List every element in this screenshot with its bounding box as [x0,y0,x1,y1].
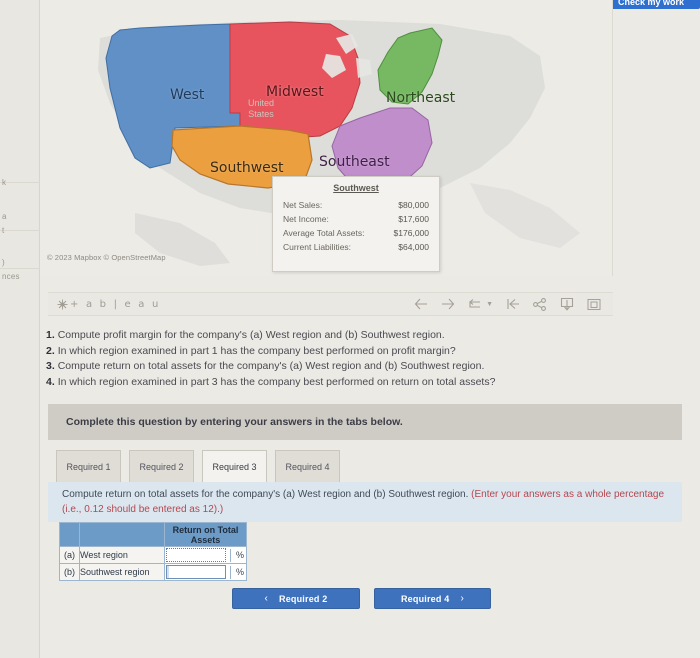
question-number: 3. [46,360,55,372]
map-label-northeast: Northeast [386,90,456,106]
requirement-prompt: Compute return on total assets for the c… [48,482,682,522]
revert-icon[interactable] [468,297,482,311]
question-item: 2. In which region examined in part 1 ha… [46,344,646,360]
share-icon[interactable] [533,297,547,311]
question-item: 1. Compute profit margin for the company… [46,328,646,344]
row-region-label: West region [79,546,165,564]
map-label-southwest: Southwest [210,160,284,176]
complete-question-text: Complete this question by entering your … [66,416,403,428]
forward-icon[interactable] [441,297,455,311]
tableau-sun-icon [57,299,68,309]
question-text: Compute profit margin for the company's … [57,329,445,341]
question-item: 3. Compute return on total assets for th… [46,359,646,375]
map-label-west: West [170,87,205,103]
prev-required-button[interactable]: ‹ Required 2 [232,588,360,609]
check-my-work-button[interactable]: Check my work [602,0,700,9]
tableau-map-viz[interactable]: United States West Midwest Northeast Sout… [40,0,613,276]
map-label-midwest: Midwest [266,84,324,100]
rail-fragment-2: t [2,226,5,235]
prompt-main-text: Compute return on total assets for the c… [62,489,472,500]
table-header-row: Return on Total Assets [59,522,247,547]
rail-fragment-0: k [2,178,7,187]
percent-unit: % [229,549,244,562]
answer-table: Return on Total Assets (a) West region %… [59,522,247,581]
tableau-tool-group: ▼ [414,297,613,311]
table-row: (b) Southwest region % [59,563,247,581]
tab-required-4[interactable]: Required 4 [275,450,340,482]
next-required-button[interactable]: Required 4 › [374,588,491,609]
row-marker: (a) [59,546,80,564]
row-region-label: Southwest region [79,563,165,581]
tooltip-value: $17,600 [398,214,429,224]
question-number: 1. [46,329,55,341]
tooltip-label: Average Total Assets: [283,228,365,238]
chevron-right-icon: › [460,593,465,604]
fullscreen-icon[interactable] [587,297,601,311]
chevron-down-icon[interactable]: ▼ [486,301,493,308]
screenshot-root: k a t ) nces Check my work United States… [0,0,700,658]
tableau-logo: + a b | e a u [57,299,161,310]
row-marker: (b) [59,563,80,581]
percent-unit: % [229,566,244,579]
rail-fragment-1: a [2,212,7,221]
chevron-left-icon: ‹ [264,593,268,604]
question-list: 1. Compute profit margin for the company… [46,328,646,390]
tooltip-value: $176,000 [393,228,429,238]
required-tabs: Required 1 Required 2 Required 3 Require… [48,440,682,482]
rail-fragment-3: ) [2,258,5,267]
basemap-watermark: United States [248,98,275,119]
row-value-cell[interactable]: % [164,546,247,564]
th-return-on-total-assets: Return on Total Assets [164,522,247,547]
tooltip-label: Current Liabilities: [283,242,352,252]
tooltip-row: Current Liabilities: $64,000 [283,240,429,254]
tooltip-row: Net Sales: $80,000 [283,198,429,212]
tab-required-2[interactable]: Required 2 [129,450,194,482]
th-region [79,522,165,547]
map-attribution: © 2023 Mapbox © OpenStreetMap [47,253,166,262]
answer-area: Return on Total Assets (a) West region %… [48,522,682,584]
left-sidebar-rail: k a t ) nces [0,0,40,658]
tooltip-label: Net Income: [283,214,329,224]
tableau-wordmark: + a b | e a u [70,298,161,310]
question-number: 4. [46,375,55,388]
tooltip-value: $80,000 [398,200,429,210]
question-item: 4. In which region examined in part 3 ha… [46,375,646,391]
question-number: 2. [46,344,55,357]
question-text: In which region examined in part 1 has t… [57,344,456,357]
tab-required-1[interactable]: Required 1 [56,450,121,482]
back-icon[interactable] [414,297,428,311]
tooltip-value: $64,000 [398,242,429,252]
tab-required-3[interactable]: Required 3 [202,450,267,482]
map-tooltip: Southwest Net Sales: $80,000 Net Income:… [272,176,440,272]
southwest-region-input[interactable] [166,565,226,579]
reset-icon[interactable] [506,297,520,311]
tooltip-row: Net Income: $17,600 [283,212,429,226]
question-text: Compute return on total assets for the c… [57,360,485,372]
tab-navigation: ‹ Required 2 Required 4 › [48,588,682,618]
prev-required-label: Required 2 [279,593,328,604]
row-value-cell[interactable]: % [164,563,247,581]
th-marker [59,522,80,547]
tooltip-label: Net Sales: [283,200,323,210]
download-icon[interactable] [560,297,574,311]
rail-fragment-4: nces [2,272,20,281]
tooltip-row: Average Total Assets: $176,000 [283,226,429,240]
table-row: (a) West region % [59,546,247,564]
tooltip-title: Southwest [333,183,379,193]
complete-question-banner: Complete this question by entering your … [48,404,682,440]
west-region-input[interactable] [166,548,226,562]
question-text: In which region examined in part 3 has t… [57,375,496,388]
next-required-label: Required 4 [400,593,450,604]
tableau-toolbar: + a b | e a u ▼ [48,292,613,316]
map-label-southeast: Southeast [319,154,390,170]
